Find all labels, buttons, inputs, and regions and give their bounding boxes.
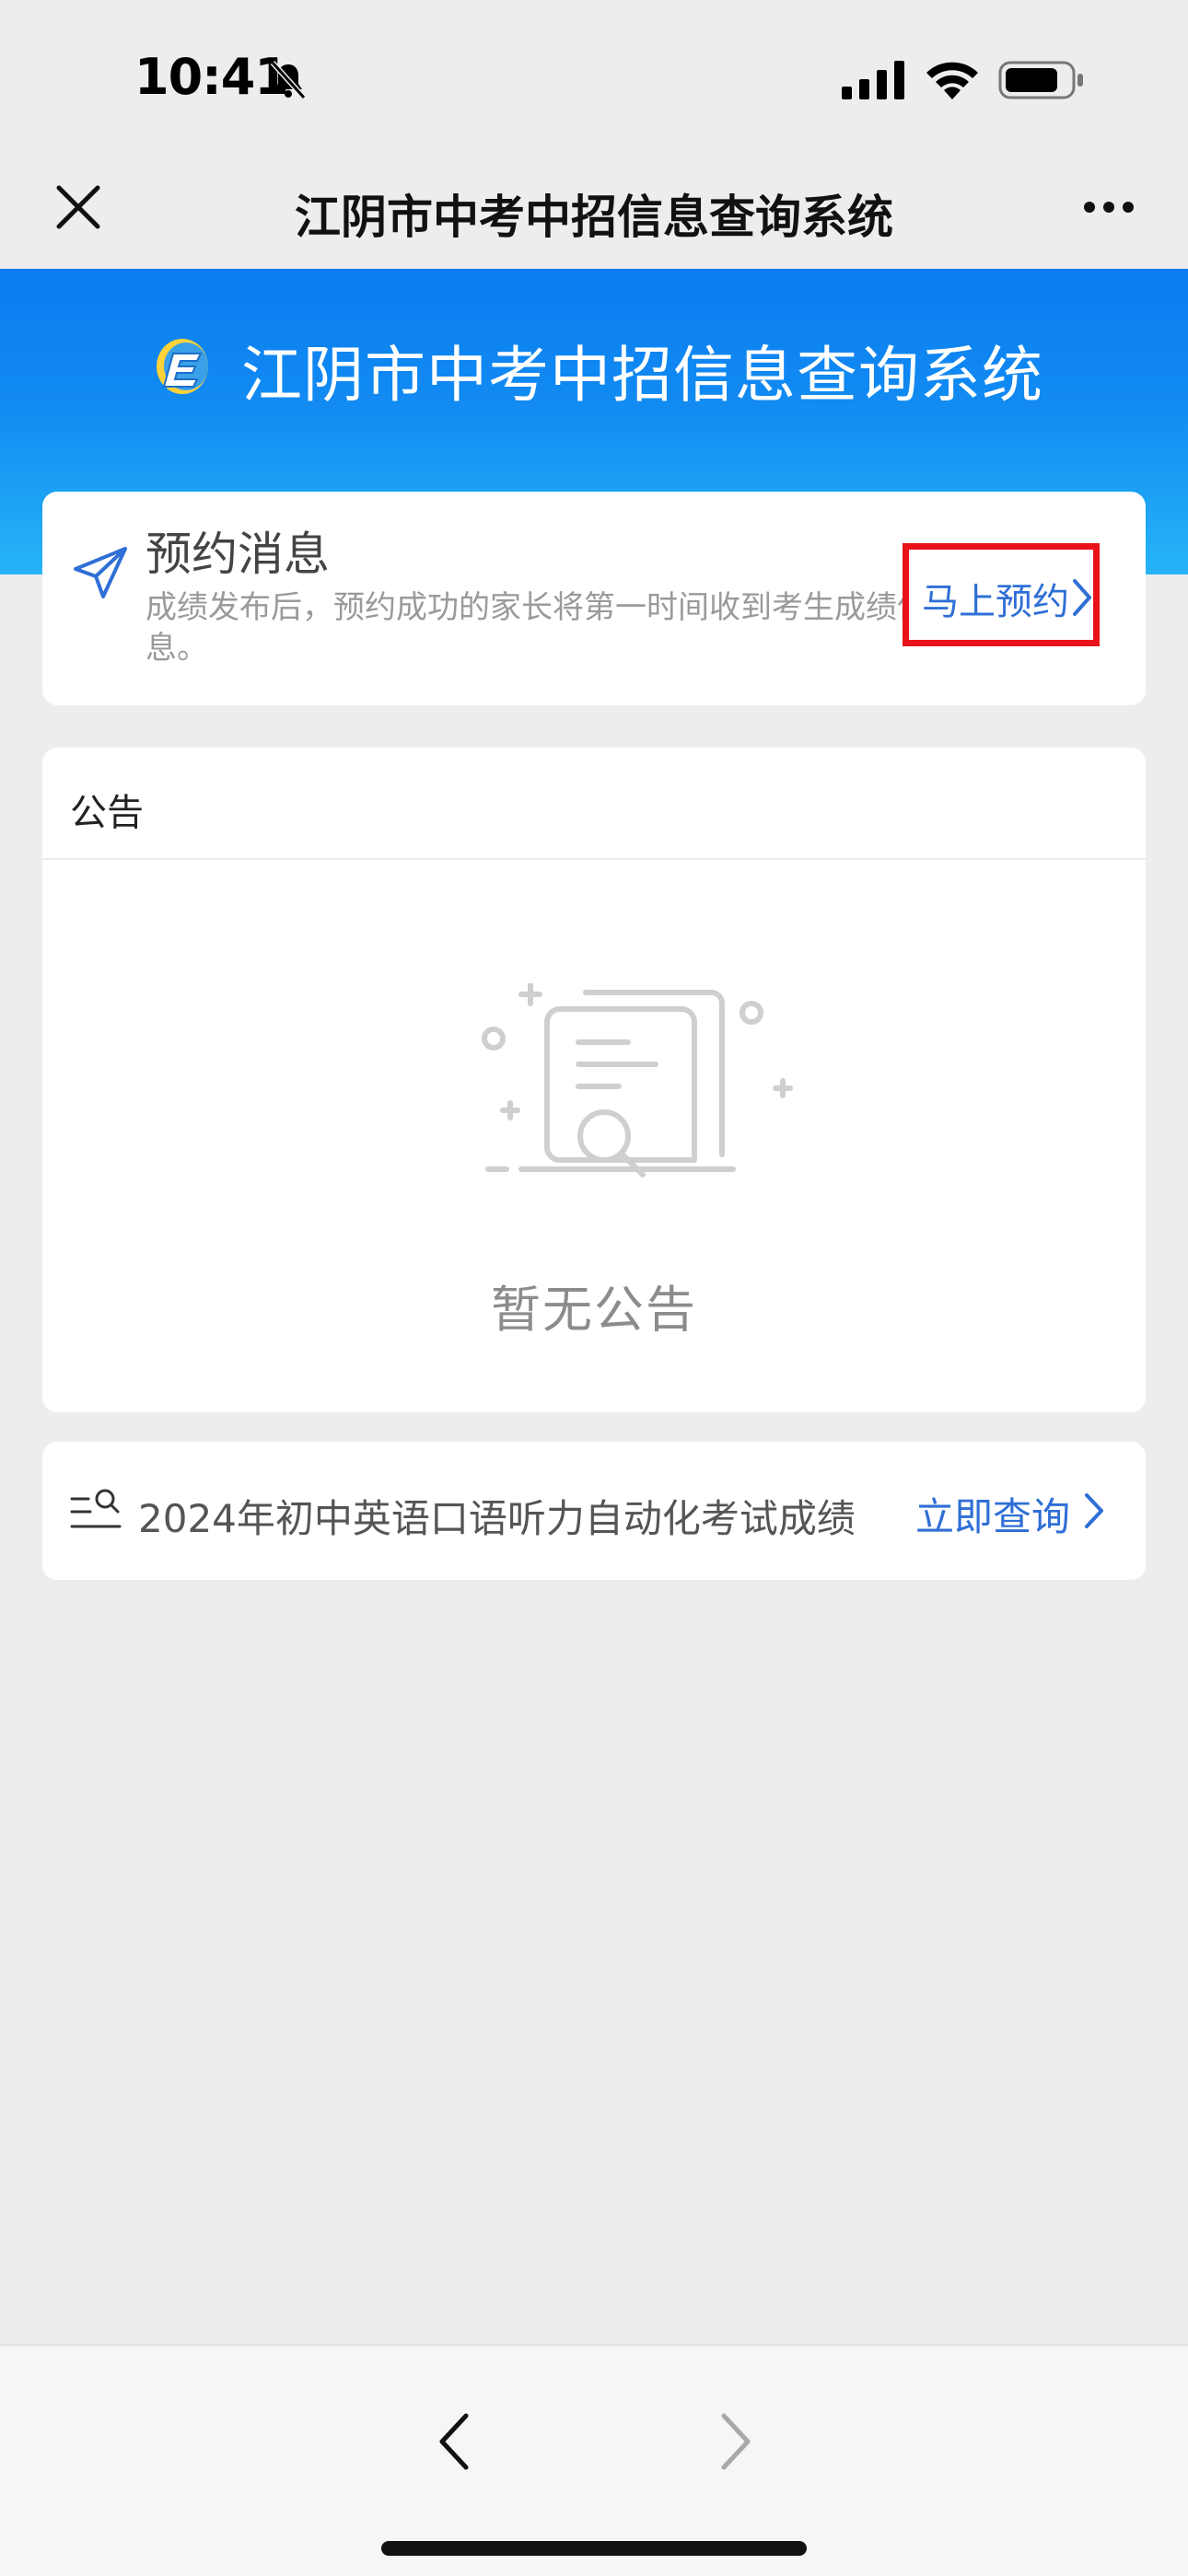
- forward-arrow-icon[interactable]: [711, 2408, 759, 2475]
- back-arrow-icon[interactable]: [431, 2408, 479, 2475]
- reservation-title: 预约消息: [146, 528, 330, 581]
- cellular-signal-icon: [842, 61, 904, 99]
- more-icon[interactable]: [1083, 201, 1135, 214]
- system-logo-icon: [157, 339, 208, 394]
- reservation-description: 成绩发布后，预约成功的家长将第一时间收到考生成绩信息。: [146, 589, 928, 667]
- page-title: 江阴市中考中招信息查询系统: [295, 191, 893, 244]
- nav-bar: 江阴市中考中招信息查询系统: [0, 157, 1188, 269]
- reserve-now-label: 马上预约: [922, 581, 1069, 623]
- home-indicator: [381, 2541, 807, 2556]
- list-search-icon: [70, 1489, 122, 1528]
- score-query-card[interactable]: 2024年初中英语口语听力自动化考试成绩 立即查询: [42, 1442, 1146, 1580]
- hero-title: 江阴市中考中招信息查询系统: [241, 340, 1043, 411]
- score-query-title: 2024年初中英语口语听力自动化考试成绩: [138, 1496, 856, 1541]
- divider: [42, 858, 1146, 860]
- empty-documents-icon: [482, 983, 793, 1178]
- wifi-icon: [926, 62, 978, 99]
- send-icon: [74, 547, 127, 598]
- battery-icon: [998, 61, 1083, 99]
- notice-card: 公告 暂无公告: [42, 748, 1146, 1412]
- bell-muted-icon: [270, 60, 307, 100]
- bottom-toolbar: [0, 2344, 1188, 2576]
- chevron-right-icon: [1085, 1493, 1103, 1528]
- empty-notice-text: 暂无公告: [491, 1281, 697, 1339]
- notice-header: 公告: [70, 792, 144, 834]
- chevron-right-icon: [1073, 579, 1091, 616]
- reserve-now-button[interactable]: 马上预约: [903, 543, 1100, 646]
- status-bar: 10:41: [0, 0, 1188, 157]
- reservation-card: 预约消息 成绩发布后，预约成功的家长将第一时间收到考生成绩信息。 马上预约: [42, 492, 1146, 705]
- query-now-link[interactable]: 立即查询: [915, 1486, 1070, 1542]
- status-time: 10:41: [134, 48, 289, 106]
